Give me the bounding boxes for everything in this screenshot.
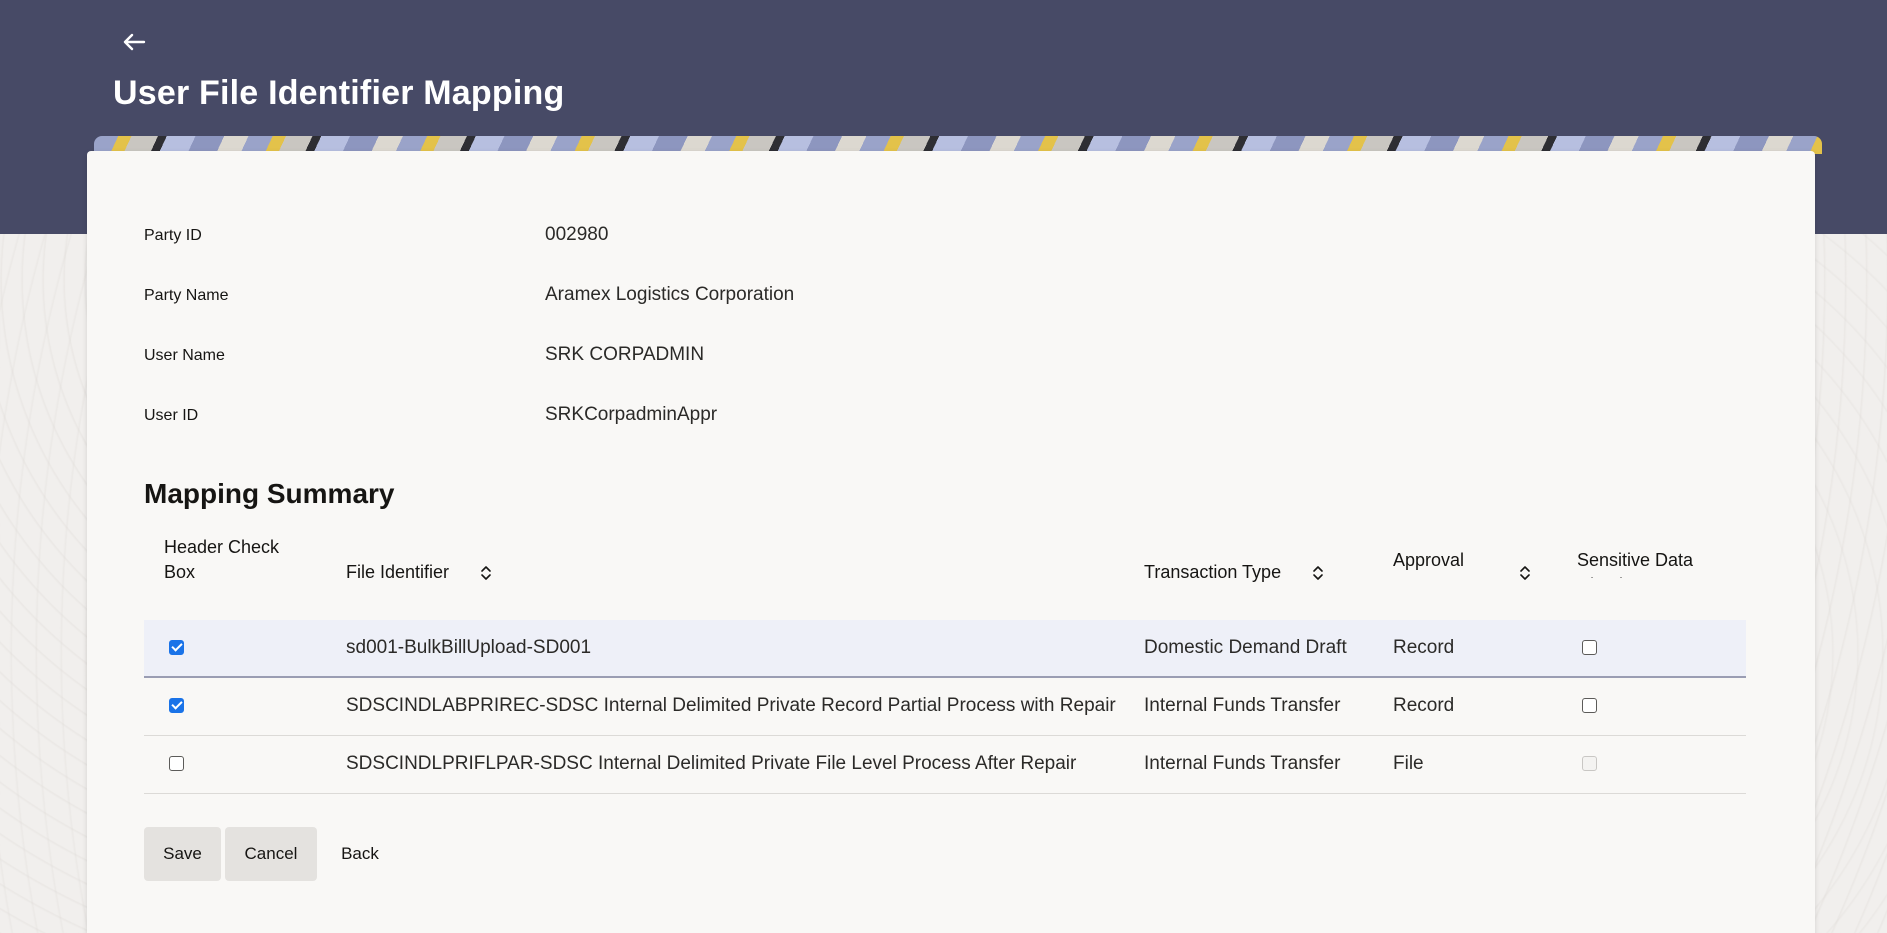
table-row[interactable]: sd001-BulkBillUpload-SD001 Domestic Dema… — [144, 620, 1746, 678]
transaction-type-cell: Domestic Demand Draft — [1144, 637, 1347, 658]
page-title: User File Identifier Mapping — [113, 74, 565, 112]
column-header-file-identifier: File Identifier — [346, 562, 450, 582]
sort-approval-type-icon[interactable] — [1518, 563, 1532, 583]
table-row[interactable]: SDSCINDLPRIFLPAR-SDSC Internal Delimited… — [144, 736, 1746, 794]
back-arrow-icon[interactable] — [118, 26, 150, 58]
content-card — [87, 151, 1815, 933]
approval-type-cell: Record — [1393, 637, 1455, 658]
row-checkbox[interactable] — [169, 640, 184, 655]
party-id-label: Party ID — [144, 227, 202, 244]
user-id-value: SRKCorpadminAppr — [545, 404, 718, 425]
row-checkbox[interactable] — [169, 756, 184, 771]
sensitive-data-checkbox[interactable] — [1582, 698, 1597, 713]
sensitive-data-checkbox — [1582, 756, 1597, 771]
party-name-label: Party Name — [144, 287, 229, 304]
mapping-summary-title: Mapping Summary — [144, 478, 395, 509]
user-id-label: User ID — [144, 407, 199, 424]
save-button[interactable]: Save — [144, 827, 221, 881]
user-name-value: SRK CORPADMIN — [545, 344, 705, 365]
transaction-type-cell: Internal Funds Transfer — [1144, 695, 1341, 716]
approval-type-cell: Record — [1393, 695, 1455, 716]
approval-type-cell: File — [1393, 753, 1424, 774]
column-header-check-box: Header Check Box — [164, 537, 280, 582]
cancel-button[interactable]: Cancel — [225, 827, 317, 881]
party-id-value: 002980 — [545, 224, 609, 245]
party-name-value: Aramex Logistics Corporation — [545, 284, 795, 305]
sort-file-identifier-icon[interactable] — [479, 563, 493, 583]
column-header-sensitive-data: Sensitive Data Check — [1577, 550, 1694, 578]
file-identifier-cell: sd001-BulkBillUpload-SD001 — [346, 637, 592, 658]
user-name-label: User Name — [144, 347, 225, 364]
row-checkbox[interactable] — [169, 698, 184, 713]
column-header-transaction-type: Transaction Type — [1144, 562, 1282, 582]
transaction-type-cell: Internal Funds Transfer — [1144, 753, 1341, 774]
back-button[interactable]: Back — [328, 827, 392, 881]
column-header-approval-type: Approval Type — [1393, 550, 1465, 578]
sort-transaction-type-icon[interactable] — [1311, 563, 1325, 583]
table-row[interactable]: SDSCINDLABPRIREC-SDSC Internal Delimited… — [144, 678, 1746, 736]
file-identifier-cell: SDSCINDLPRIFLPAR-SDSC Internal Delimited… — [346, 753, 1077, 774]
sensitive-data-checkbox[interactable] — [1582, 640, 1597, 655]
file-identifier-cell: SDSCINDLABPRIREC-SDSC Internal Delimited… — [346, 695, 1116, 716]
